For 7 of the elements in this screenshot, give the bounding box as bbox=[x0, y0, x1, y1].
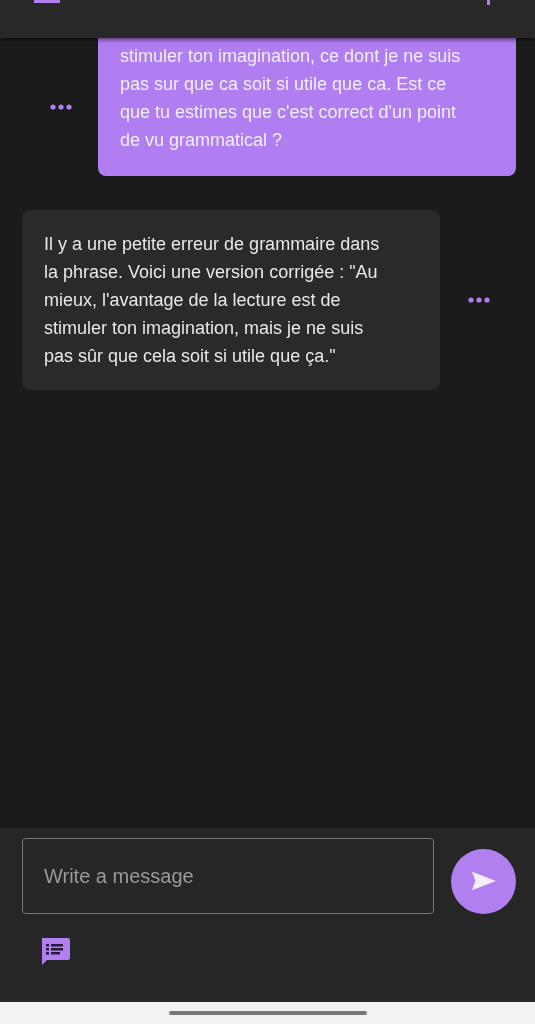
message-field[interactable]: Write a message bbox=[22, 838, 434, 914]
assistant-message: Il y a une petite erreur de grammaire dans la phrase. Voici une version corrigée : "Au mieux, l'avantage de la lecture est de stimuler ton imagination, mais je ne suis pas sûr que cela soit si utile que ça." bbox=[22, 210, 440, 390]
more-options-icon[interactable] bbox=[468, 297, 490, 303]
home-handle[interactable] bbox=[168, 1011, 367, 1015]
user-message: stimuler ton imagination, ce dont je ne suis pas sur que ca soit si utile que ca. Est ce que tu estimes que c'est correct d'un point de vu grammatical ? bbox=[98, 38, 516, 176]
chat-list-icon[interactable] bbox=[40, 938, 70, 966]
more-options-icon[interactable] bbox=[50, 104, 72, 110]
